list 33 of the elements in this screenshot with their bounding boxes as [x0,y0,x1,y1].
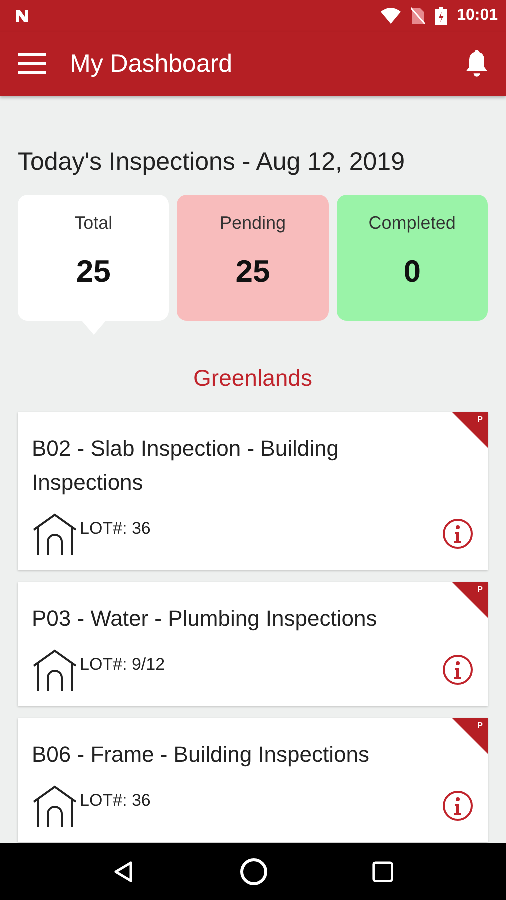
lot-number: LOT#: 36 [80,791,152,811]
inspection-title: B02 - Slab Inspection - Building Inspections [32,435,340,497]
house-icon [32,512,78,556]
no-sim-icon [411,7,426,25]
notification-icon [14,8,30,24]
inspection-card[interactable]: B02 - Slab Inspection - Building Inspections LOT#: 36 P [18,412,488,570]
app-bar-title: My Dashboard [70,50,234,78]
inspection-title: B06 - Frame - Building Inspections [32,741,370,769]
menu-button[interactable] [18,53,46,75]
home-button[interactable] [238,856,269,886]
wifi-icon [381,8,402,24]
house-icon [32,784,78,828]
pending-badge: P [452,718,488,754]
page-heading: Today's Inspections - Aug 12, 2019 [18,148,406,177]
stat-card[interactable]: Total 25 [18,195,170,321]
lot-number: LOT#: 36 [80,519,152,539]
inspection-card[interactable]: B06 - Frame - Building Inspections LOT#: 36 P [18,718,488,842]
section-title: Greenlands [192,365,314,392]
inspection-card[interactable]: P03 - Water - Plumbing Inspections LOT#: 9/12 P [18,582,488,706]
info-icon[interactable] [442,654,474,686]
stat-card[interactable]: Pending 25 [177,195,329,321]
lot-number: LOT#: 9/12 [80,655,166,675]
clock-time: 10:01 [457,7,498,25]
house-icon [32,648,78,692]
battery-icon [435,7,448,25]
pending-badge: P [452,582,488,618]
inspection-title: P03 - Water - Plumbing Inspections [32,605,378,633]
recents-button[interactable] [372,860,394,882]
pending-badge: P [452,412,488,448]
info-icon[interactable] [442,518,474,550]
notifications-button[interactable] [464,49,490,79]
stat-card[interactable]: Completed 0 [336,195,488,321]
info-icon[interactable] [442,790,474,822]
